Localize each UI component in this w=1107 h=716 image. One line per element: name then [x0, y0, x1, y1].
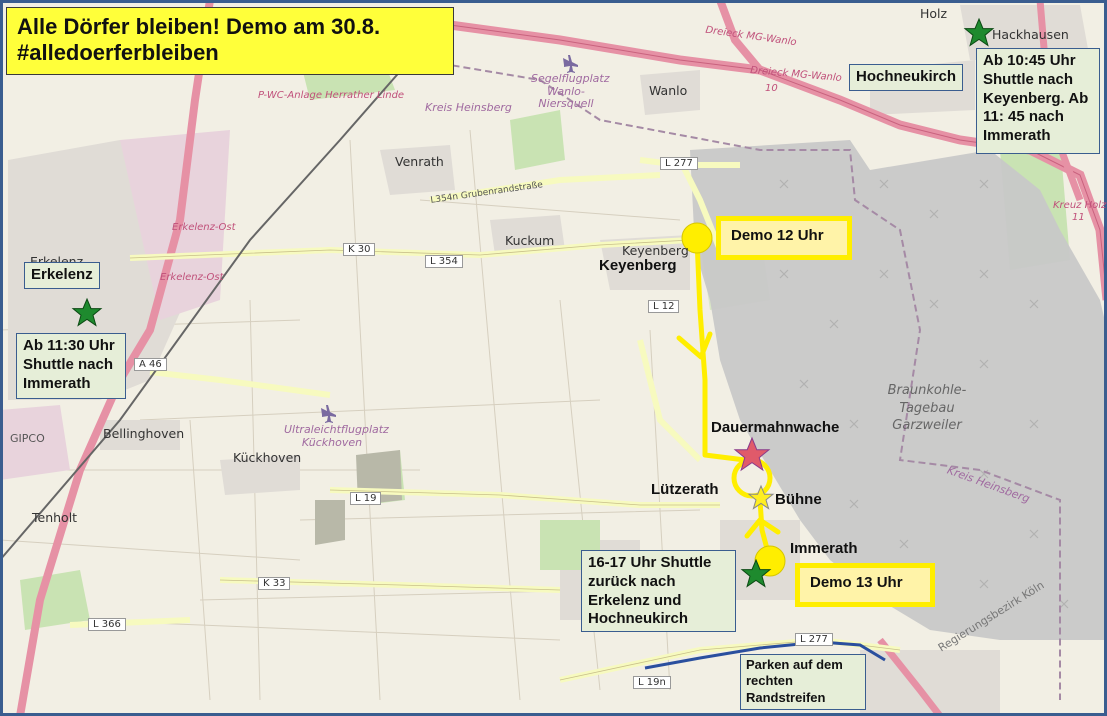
hochneukirch-shuttle-note: Ab 10:45 Uhr Shuttle nach Keyenberg. Ab … [976, 48, 1100, 154]
erkelenz-shuttle-note: Ab 11:30 Uhr Shuttle nach Immerath [16, 333, 126, 399]
road-tag-l277-south: L 277 [795, 633, 833, 646]
map-label-kueckhoven: Kückhoven [233, 450, 302, 465]
erkelenz-label: Erkelenz [24, 262, 100, 289]
parking-note: Parken auf dem rechten Randstreifen [740, 654, 866, 710]
road-tag-k33: K 33 [258, 577, 291, 590]
map-label-kreuz-num: 11 [1072, 212, 1085, 223]
keyenberg-label: Keyenberg [599, 257, 677, 274]
road-tag-l19n: L 19n [633, 676, 671, 689]
map-label-holz: Holz [920, 6, 948, 21]
map-label-erkelenz-ost-2: Erkelenz-Ost [160, 272, 224, 283]
road-tag-l277-north: L 277 [660, 157, 698, 170]
map-label-gipco: GIPCO [10, 432, 45, 445]
map-label-ultraleicht: Ultraleichtflugplatz Kückhoven [284, 423, 389, 449]
luetzerath-label: Lützerath [651, 481, 719, 498]
demo-12-box: Demo 12 Uhr [716, 216, 852, 260]
map-label-kreuz-holz: Kreuz Holz [1053, 200, 1107, 211]
map-label-hackhausen: Hackhausen [992, 27, 1069, 42]
map-title-line-1: Alle Dörfer bleiben! Demo am 30.8. [17, 14, 381, 39]
road-tag-l354: L 354 [425, 255, 463, 268]
map-title-line-2: #alledoerferbleiben [17, 40, 219, 66]
road-tag-l19: L 19 [350, 492, 382, 505]
map-label-erkelenz-ost-1: Erkelenz-Ost [172, 222, 236, 233]
map-label-kuckum: Kuckum [505, 233, 555, 248]
map-label-pwc: P-WC-Anlage Herrather Linde [258, 90, 405, 101]
map-label-segelflug: Segelflugplatz Wanlo-Niersquell [531, 72, 610, 111]
hochneukirch-label: Hochneukirch [849, 64, 964, 91]
map-label-keyenberg-small: Keyenberg [622, 243, 689, 258]
map-label-kreis-1: Kreis Heinsberg [425, 101, 512, 114]
map-label-dreieck-num: 10 [765, 83, 778, 94]
road-tag-k30: K 30 [343, 243, 376, 256]
road-tag-l12: L 12 [648, 300, 680, 313]
demo-13-box: Demo 13 Uhr [795, 563, 935, 607]
road-tag-l366: L 366 [88, 618, 126, 631]
return-shuttle-note: 16-17 Uhr Shuttle zurück nach Erkelenz u… [581, 550, 736, 632]
immerath-label: Immerath [790, 540, 858, 557]
map-label-venrath: Venrath [395, 154, 444, 169]
map-label-bellinghoven: Bellinghoven [103, 426, 185, 441]
map-label-mine: Braunkohle-Tagebau Garzweiler [887, 383, 967, 434]
road-tag-a46: A 46 [134, 358, 167, 371]
dauermahnwache-label: Dauermahnwache [711, 419, 840, 436]
map-label-wanlo: Wanlo [649, 83, 688, 98]
map-frame: Holz Hackhausen Wanlo Venrath Kuckum Key… [0, 0, 1107, 716]
map-label-tenholt: Tenholt [32, 510, 78, 525]
buehne-label: Bühne [775, 491, 822, 508]
map-title: Alle Dörfer bleiben! Demo am 30.8. #alle… [6, 7, 454, 75]
